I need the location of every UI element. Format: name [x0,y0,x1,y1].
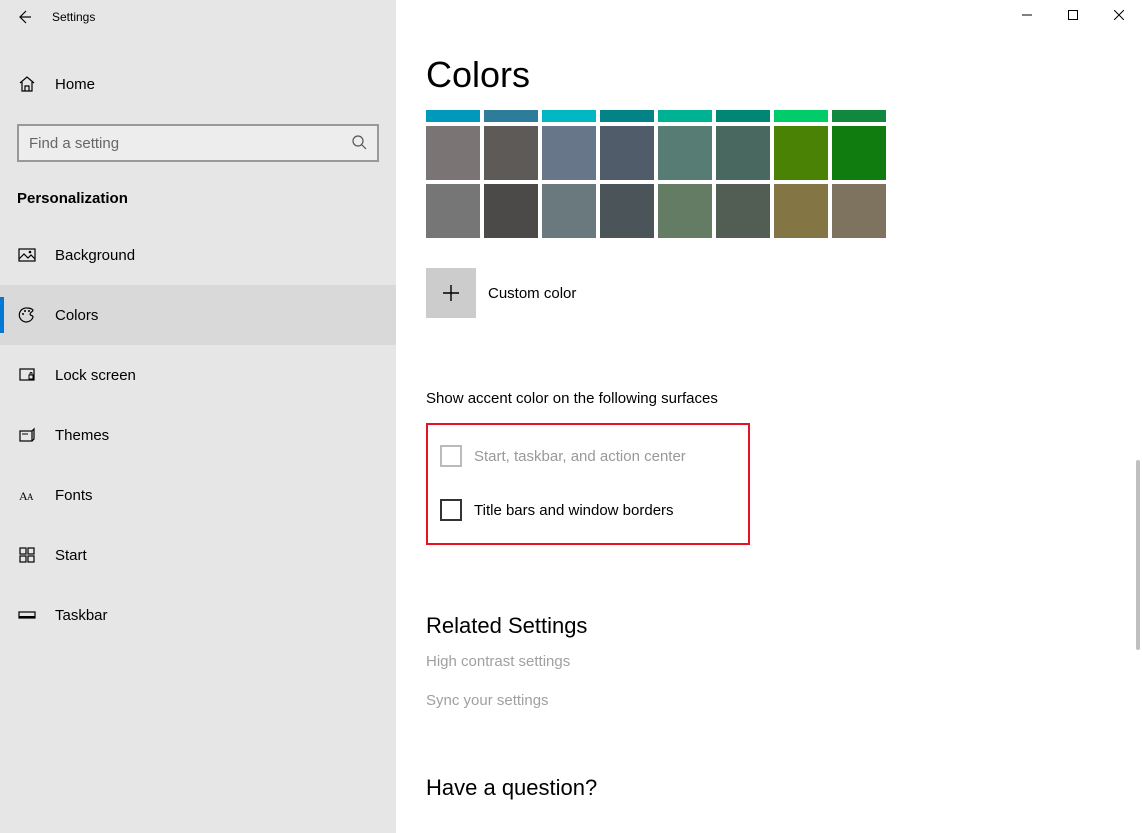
sidebar-item-start[interactable]: Start [0,525,396,585]
link-high-contrast[interactable]: High contrast settings [426,653,1142,670]
minimize-button[interactable] [1004,0,1050,30]
maximize-button[interactable] [1050,0,1096,30]
color-swatch[interactable] [542,184,596,238]
search-field[interactable] [29,135,351,152]
checkbox-icon [440,445,462,467]
sidebar-item-background[interactable]: Background [0,225,396,285]
checkbox-title-bars[interactable]: Title bars and window borders [428,491,748,529]
color-swatch[interactable] [542,110,596,122]
sidebar-item-label: Fonts [55,487,93,504]
back-button[interactable] [0,0,48,34]
color-swatch[interactable] [832,126,886,180]
checkbox-start-taskbar[interactable]: Start, taskbar, and action center [428,437,748,475]
color-swatch[interactable] [658,184,712,238]
fonts-icon: AA [17,486,37,504]
color-swatch[interactable] [484,184,538,238]
taskbar-icon [17,606,37,624]
custom-color-button[interactable] [426,268,476,318]
color-swatch[interactable] [832,110,886,122]
highlight-box: Start, taskbar, and action center Title … [426,423,750,545]
title-bar: Settings [0,0,396,34]
home-button[interactable]: Home [0,54,396,114]
search-icon [351,134,367,153]
home-icon [17,75,37,93]
custom-color-label: Custom color [488,285,576,302]
accent-surfaces-heading: Show accent color on the following surfa… [426,390,1142,407]
color-row-3 [426,184,1142,238]
color-swatch[interactable] [832,184,886,238]
color-swatch[interactable] [658,110,712,122]
sidebar-item-themes[interactable]: Themes [0,405,396,465]
close-button[interactable] [1096,0,1142,30]
home-label: Home [55,76,95,93]
sidebar-item-label: Colors [55,307,98,324]
have-question-heading: Have a question? [426,775,1142,801]
sidebar-item-label: Start [55,547,87,564]
sidebar-item-label: Background [55,247,135,264]
color-swatch[interactable] [658,126,712,180]
checkbox-icon [440,499,462,521]
app-title: Settings [52,10,95,24]
color-swatch[interactable] [716,110,770,122]
plus-icon [441,283,461,303]
palette-icon [17,306,37,324]
search-input[interactable] [17,124,379,162]
category-heading: Personalization [17,190,396,207]
related-settings-heading: Related Settings [426,613,1142,639]
themes-icon [17,426,37,444]
color-swatch[interactable] [716,184,770,238]
color-swatch[interactable] [600,184,654,238]
custom-color-row: Custom color [426,268,1142,318]
sidebar-item-taskbar[interactable]: Taskbar [0,585,396,645]
color-row-strip [426,110,1142,122]
sidebar-item-colors[interactable]: Colors [0,285,396,345]
sidebar: Settings Home Personalization Background… [0,0,396,833]
color-grid [426,110,1142,238]
color-swatch[interactable] [600,110,654,122]
color-swatch[interactable] [600,126,654,180]
svg-text:A: A [27,492,34,502]
picture-icon [17,246,37,264]
start-icon [17,546,37,564]
color-swatch[interactable] [774,110,828,122]
color-row-2 [426,126,1142,180]
color-swatch[interactable] [716,126,770,180]
color-swatch[interactable] [774,184,828,238]
color-swatch[interactable] [426,126,480,180]
color-swatch[interactable] [426,184,480,238]
link-sync-settings[interactable]: Sync your settings [426,692,1142,709]
checkbox-label: Start, taskbar, and action center [474,448,686,465]
scrollbar-thumb[interactable] [1136,460,1140,650]
sidebar-item-label: Lock screen [55,367,136,384]
sidebar-item-label: Taskbar [55,607,108,624]
lock-screen-icon [17,366,37,384]
checkbox-label: Title bars and window borders [474,502,674,519]
color-swatch[interactable] [774,126,828,180]
main-content: Colors Custom color Show accent color on… [396,0,1142,833]
page-title: Colors [426,54,1142,96]
sidebar-item-label: Themes [55,427,109,444]
color-swatch[interactable] [484,126,538,180]
color-swatch[interactable] [484,110,538,122]
color-swatch[interactable] [542,126,596,180]
sidebar-item-fonts[interactable]: AA Fonts [0,465,396,525]
color-swatch[interactable] [426,110,480,122]
window-controls [1004,0,1142,30]
sidebar-item-lock-screen[interactable]: Lock screen [0,345,396,405]
